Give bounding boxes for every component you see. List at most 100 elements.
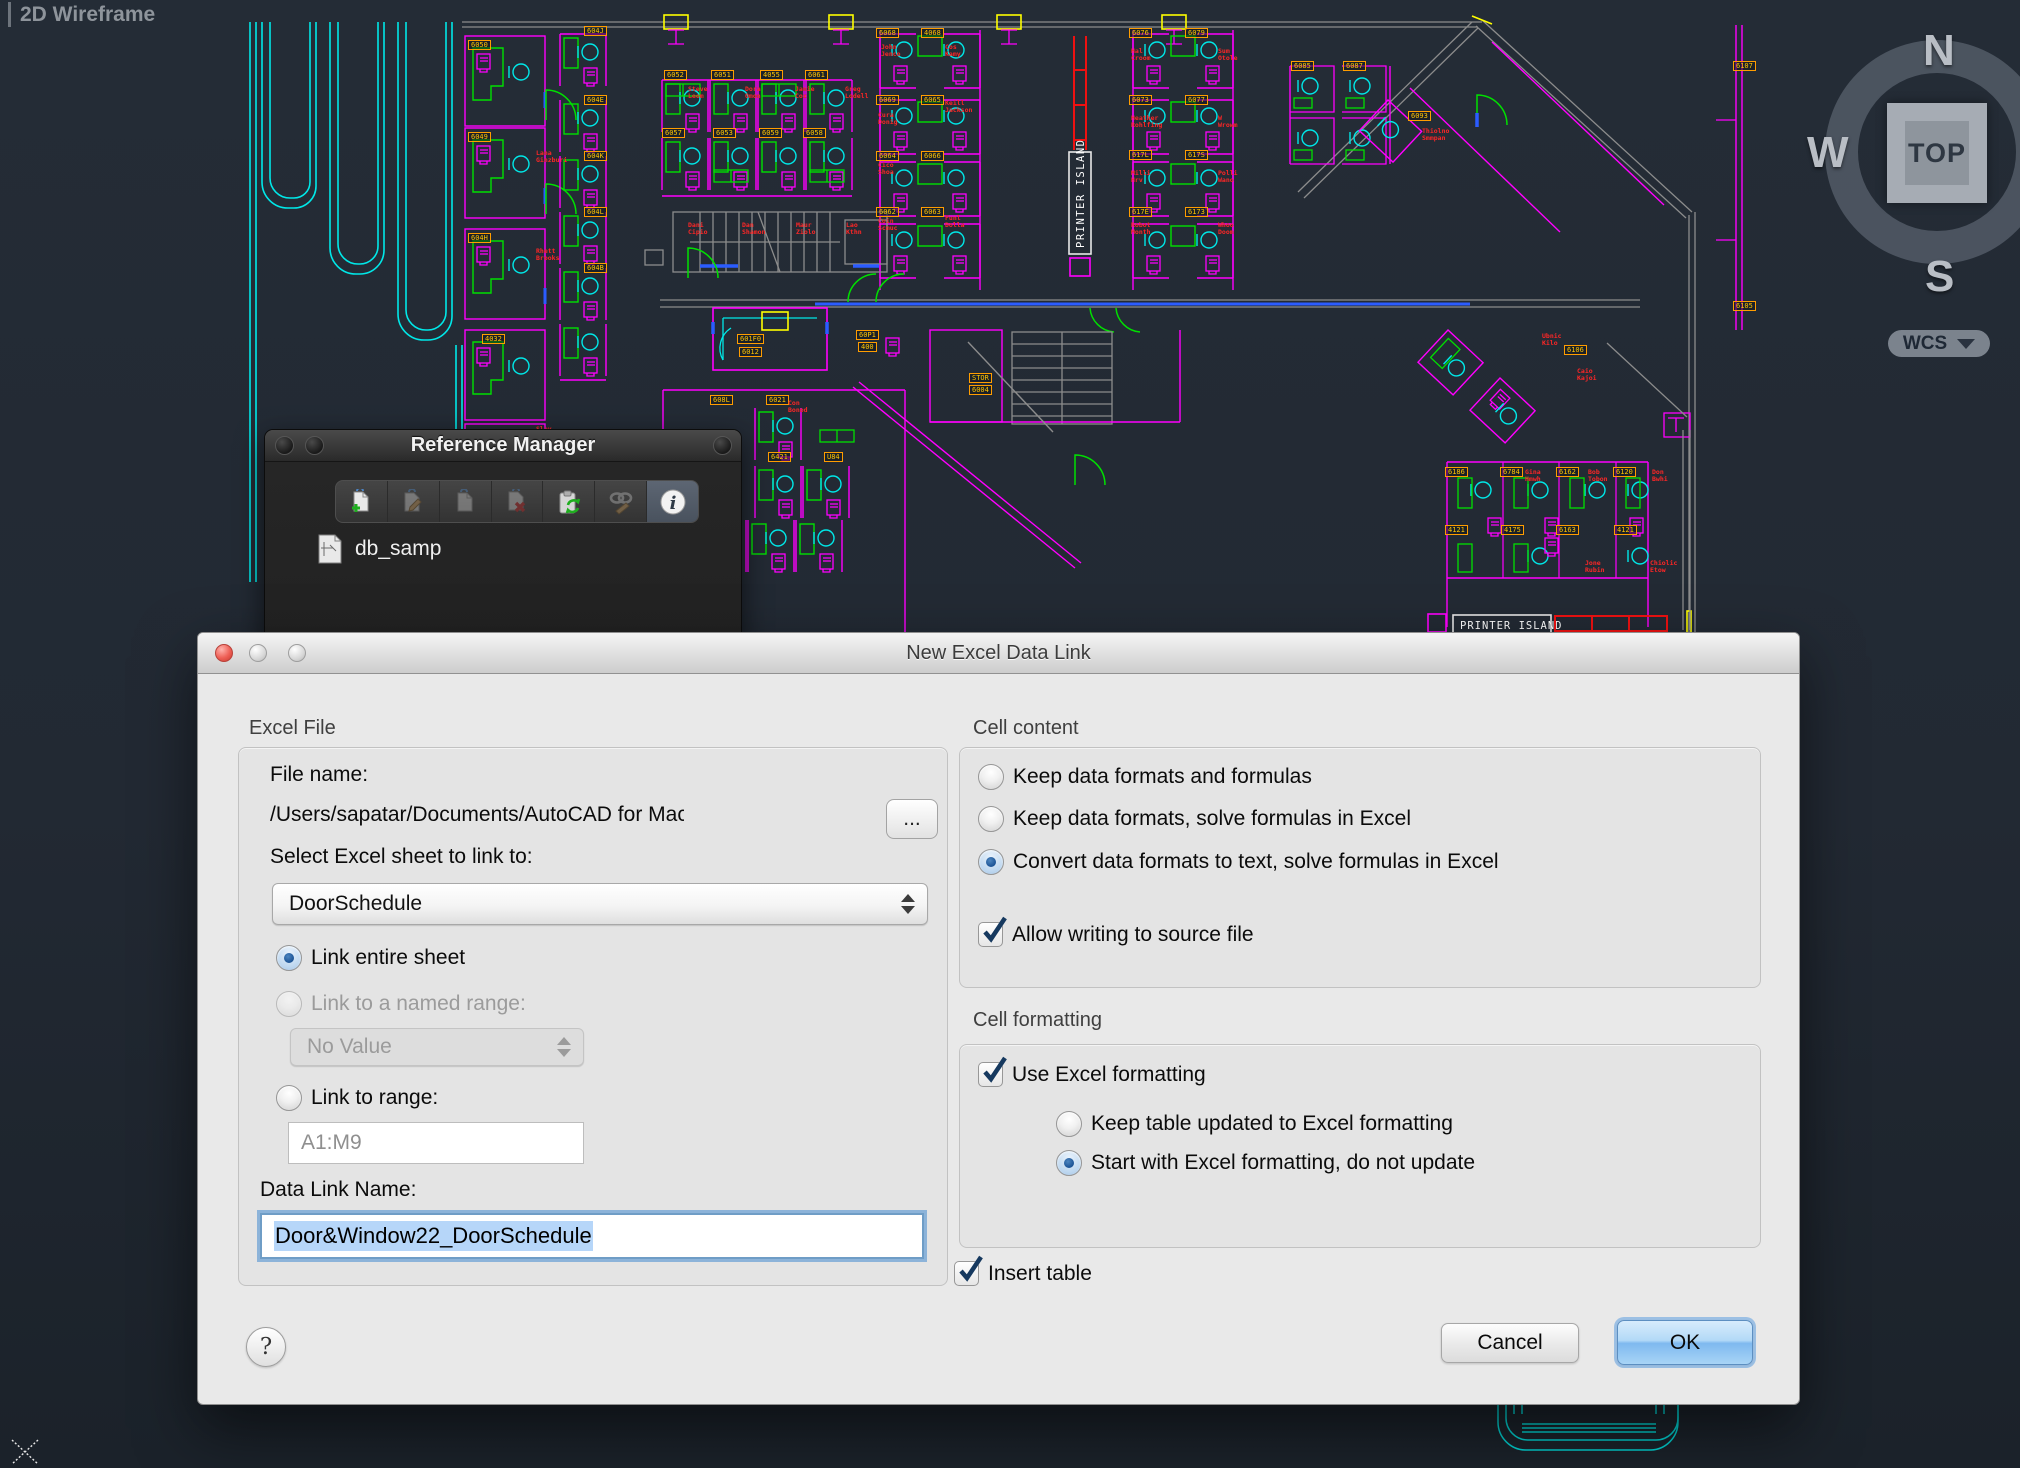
minimize-button[interactable] <box>249 644 267 662</box>
radio-icon[interactable] <box>276 1085 302 1111</box>
radio-icon[interactable] <box>978 764 1004 790</box>
reference-item-row[interactable]: db_samp <box>317 534 441 564</box>
selected-text: Door&Window22_DoorSchedule <box>274 1221 593 1251</box>
stairs-2 <box>1012 332 1112 424</box>
palette-title: Reference Manager <box>411 434 596 457</box>
allow-writing-checkbox[interactable]: Allow writing to source file <box>978 922 1254 947</box>
excel-file-section-label: Excel File <box>249 717 336 740</box>
dialog-title: New Excel Data Link <box>906 642 1091 665</box>
repath-reference-icon <box>608 489 634 515</box>
detach-reference-icon <box>504 489 530 515</box>
ok-button[interactable]: OK <box>1617 1320 1753 1365</box>
detach-reference-button[interactable] <box>492 481 544 522</box>
viewcube-south[interactable]: S <box>1925 252 1954 302</box>
cubicle-strip-right-of-printer <box>1133 30 1233 290</box>
palette-close-button[interactable] <box>275 436 294 455</box>
attach-reference-icon <box>348 489 374 515</box>
door-arc <box>1075 455 1105 485</box>
reference-item-label: db_samp <box>355 537 441 561</box>
palette-toolbar: i <box>335 480 699 523</box>
radio-icon[interactable] <box>978 806 1004 832</box>
keep-table-updated-radio[interactable]: Keep table updated to Excel formatting <box>1056 1111 1453 1137</box>
autocad-viewport: / <box>0 0 2020 1468</box>
edit-reference-button[interactable] <box>388 481 440 522</box>
keep-formats-solve-radio[interactable]: Keep data formats, solve formulas in Exc… <box>978 806 1411 832</box>
data-link-name-input[interactable]: Door&Window22_DoorSchedule <box>260 1213 924 1259</box>
reload-reference-button[interactable] <box>543 481 595 522</box>
viewcube[interactable]: N W S TOP <box>1825 40 2020 266</box>
storage-rooms <box>853 330 1180 568</box>
keep-formats-formulas-radio[interactable]: Keep data formats and formulas <box>978 764 1312 790</box>
open-reference-icon <box>452 489 478 515</box>
palette-titlebar[interactable]: Reference Manager <box>265 430 741 462</box>
cubicle-block-left <box>662 80 852 196</box>
zoom-button[interactable] <box>288 644 306 662</box>
popup-stepper-icon <box>557 1037 571 1057</box>
svg-text:i: i <box>669 493 676 514</box>
cubicle-strip-middle <box>880 30 980 290</box>
conference-room <box>713 308 827 370</box>
data-link-name-label: Data Link Name: <box>260 1178 416 1202</box>
ucs-icon <box>12 1440 38 1464</box>
file-path-text: /Users/sapatar/Documents/AutoCAD for Mac… <box>270 803 684 827</box>
insert-table-checkbox[interactable]: Insert table <box>954 1261 1092 1286</box>
link-entire-sheet-radio[interactable]: Link entire sheet <box>276 945 465 971</box>
checkbox-checked-icon[interactable] <box>978 1062 1003 1087</box>
start-with-formatting-radio[interactable]: Start with Excel formatting, do not upda… <box>1056 1150 1475 1176</box>
open-reference-button[interactable] <box>440 481 492 522</box>
checkbox-checked-icon[interactable] <box>978 922 1003 947</box>
convert-to-text-radio[interactable]: Convert data formats to text, solve form… <box>978 849 1499 875</box>
render-mode-text: 2D Wireframe <box>20 3 155 27</box>
chevron-down-icon <box>1957 339 1975 349</box>
cancel-button[interactable]: Cancel <box>1441 1323 1579 1363</box>
svg-text:PRINTER ISLAND: PRINTER ISLAND <box>1075 138 1087 248</box>
diagonal-wing <box>1359 42 1687 443</box>
new-excel-data-link-dialog: New Excel Data Link Excel File File name… <box>197 632 1800 1405</box>
wcs-dropdown[interactable]: WCS <box>1888 330 1990 357</box>
reference-info-button[interactable]: i <box>647 481 698 522</box>
svg-text:PRINTER ISLAND: PRINTER ISLAND <box>1460 620 1563 632</box>
edit-reference-icon <box>400 489 426 515</box>
close-button[interactable] <box>215 644 233 662</box>
range-input[interactable]: A1:M9 <box>288 1122 584 1164</box>
cell-formatting-section-label: Cell formatting <box>973 1009 1102 1032</box>
select-sheet-label: Select Excel sheet to link to: <box>270 845 533 869</box>
dwg-file-icon <box>317 534 343 564</box>
radio-selected-icon[interactable] <box>276 945 302 971</box>
viewcube-north[interactable]: N <box>1923 26 1955 76</box>
named-range-popup-value: No Value <box>307 1035 392 1059</box>
reload-reference-icon <box>556 489 582 515</box>
sheet-popup-value: DoorSchedule <box>289 892 422 916</box>
parking-structure-bottom <box>1498 1398 1678 1450</box>
use-excel-formatting-checkbox[interactable]: Use Excel formatting <box>978 1062 1206 1087</box>
viewcube-face-label: TOP <box>1905 121 1969 185</box>
help-button[interactable]: ? <box>246 1327 286 1367</box>
info-icon: i <box>659 488 687 516</box>
corridor <box>660 274 1640 332</box>
viewcube-west[interactable]: W <box>1807 128 1849 178</box>
reference-manager-palette[interactable]: Reference Manager <box>264 429 742 646</box>
dialog-titlebar[interactable]: New Excel Data Link <box>198 633 1799 674</box>
viewcube-face[interactable]: TOP <box>1887 103 1987 203</box>
link-to-range-radio[interactable]: Link to range: <box>276 1085 438 1111</box>
door-frames <box>668 30 1690 437</box>
named-range-popup: No Value <box>290 1028 584 1066</box>
popup-stepper-icon <box>901 894 915 914</box>
radio-icon <box>276 991 302 1017</box>
checkbox-checked-icon[interactable] <box>954 1261 979 1286</box>
palette-collapse-button[interactable] <box>305 436 324 455</box>
attach-reference-button[interactable] <box>336 481 388 522</box>
radio-icon[interactable] <box>1056 1111 1082 1137</box>
cubicle-column-b <box>560 34 606 380</box>
printer-island-vertical: PRINTER ISLAND <box>1069 36 1091 276</box>
browse-button[interactable]: ... <box>886 799 938 839</box>
palette-options-button[interactable] <box>713 436 732 455</box>
wcs-label: WCS <box>1903 333 1947 355</box>
file-name-label: File name: <box>270 763 368 787</box>
repath-reference-button[interactable] <box>595 481 647 522</box>
radio-selected-icon[interactable] <box>1056 1150 1082 1176</box>
render-mode-label[interactable]: 2D Wireframe <box>8 2 155 27</box>
right-edge-wall <box>1716 25 1742 330</box>
radio-selected-icon[interactable] <box>978 849 1004 875</box>
sheet-popup[interactable]: DoorSchedule <box>272 883 928 925</box>
